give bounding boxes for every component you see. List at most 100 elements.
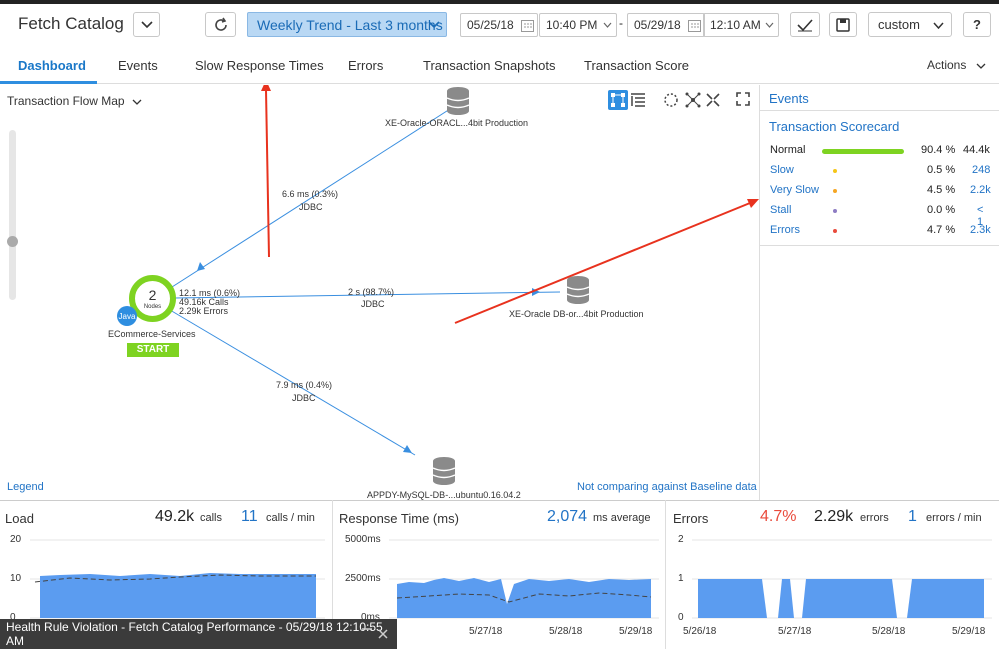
chevron-down-icon (140, 20, 153, 28)
database-icon[interactable] (566, 275, 590, 310)
tab-transaction-snapshots[interactable]: Transaction Snapshots (423, 58, 555, 73)
minimize-icon[interactable] (362, 627, 372, 637)
row-pct: 0.5 % (927, 164, 956, 176)
baseline-note[interactable]: Not comparing against Baseline data (577, 481, 757, 493)
row-pct: 0.0 % (927, 204, 956, 216)
backend-name[interactable]: XE-Oracle-ORACL...4bit Production (385, 118, 528, 128)
x-tick: 5/27/18 (469, 626, 503, 637)
y-tick: 2500ms (345, 573, 381, 584)
start-time-field[interactable]: 10:40 PM (539, 13, 617, 37)
row-label[interactable]: Stall (770, 204, 791, 216)
tab-errors[interactable]: Errors (348, 58, 383, 73)
end-date-field[interactable]: 05/29/18 (627, 13, 705, 37)
panel-title: Errors (673, 511, 709, 526)
tab-events[interactable]: Events (118, 58, 158, 73)
range-separator: - (619, 16, 623, 30)
scorecard-row[interactable]: Stall 0.0 % < 1 (770, 204, 992, 228)
save-button[interactable] (829, 12, 857, 37)
load-rate-unit: calls / min (266, 512, 315, 524)
actions-menu[interactable]: Actions (927, 58, 986, 72)
annotation-arrow-up (265, 89, 270, 258)
chevron-down-icon (933, 22, 944, 29)
errors-area (907, 579, 984, 618)
database-icon[interactable] (432, 456, 456, 491)
y-tick: 1 (678, 573, 684, 584)
apply-button[interactable] (790, 12, 820, 37)
edge-metric[interactable]: 2 s (98.7%) (348, 287, 394, 297)
errors-chart[interactable] (692, 538, 992, 623)
scorecard-title[interactable]: Transaction Scorecard (769, 119, 899, 134)
health-rule-toast[interactable]: Health Rule Violation - Fetch Catalog Pe… (0, 619, 397, 649)
annotation-arrow-right (454, 202, 751, 324)
errors-area (778, 579, 794, 618)
slow-dot (833, 169, 837, 173)
response-chart[interactable] (389, 538, 659, 623)
x-tick: 5/28/18 (872, 626, 906, 637)
preset-dropdown[interactable]: custom (868, 12, 952, 37)
refresh-button[interactable] (205, 12, 236, 37)
scorecard-row[interactable]: Errors 4.7 % 2.3k (770, 224, 992, 240)
row-count[interactable]: 248 (972, 164, 990, 176)
node-count-label: Nodes (143, 304, 162, 310)
tab-slow-response-times[interactable]: Slow Response Times (195, 58, 324, 73)
top-bar (0, 0, 999, 4)
close-icon[interactable] (378, 629, 388, 639)
time-range-dropdown[interactable]: Weekly Trend - Last 3 months (247, 12, 447, 37)
end-time-field[interactable]: 12:10 AM (703, 13, 779, 37)
load-calls-unit: calls (200, 512, 223, 524)
row-label[interactable]: Very Slow (770, 184, 819, 196)
row-count[interactable]: 2.3k (970, 224, 991, 236)
start-date-value: 05/25/18 (467, 18, 514, 32)
edge-type: JDBC (361, 299, 385, 309)
start-date-field[interactable]: 05/25/18 (460, 13, 538, 37)
edge-metric[interactable]: 7.9 ms (0.4%) (276, 380, 332, 390)
preset-label: custom (878, 17, 920, 32)
x-tick: 5/27/18 (778, 626, 812, 637)
node-count: 2 (148, 287, 157, 303)
scorecard-row[interactable]: Very Slow 4.5 % 2.2k (770, 184, 992, 200)
errors-count: 2.29k (814, 508, 854, 525)
legend-link[interactable]: Legend (7, 481, 44, 493)
time-range-label: Weekly Trend - Last 3 months (257, 16, 443, 33)
backend-name[interactable]: XE-Oracle DB-or...4bit Production (509, 309, 644, 319)
edge-metric[interactable]: 6.6 ms (0.3%) (282, 189, 338, 199)
load-chart[interactable] (30, 538, 325, 623)
row-label[interactable]: Slow (770, 164, 794, 176)
end-time-value: 12:10 AM (710, 18, 761, 32)
calendar-icon (521, 20, 534, 32)
errors-area (698, 579, 767, 618)
panel-title: Load (5, 511, 34, 526)
errors-pct: 4.7% (760, 508, 797, 525)
y-tick: 2 (678, 534, 684, 545)
row-pct: 90.4 % (921, 144, 956, 156)
divider (760, 245, 999, 246)
load-calls: 49.2k (155, 508, 195, 525)
errors-panel: Errors 4.7% 2.29k errors 1 errors / min … (666, 500, 999, 649)
row-label: Normal (770, 144, 806, 156)
row-label[interactable]: Errors (770, 224, 800, 236)
help-button[interactable]: ? (963, 12, 991, 37)
save-icon (836, 17, 850, 32)
start-time-value: 10:40 PM (546, 18, 598, 32)
tab-transaction-score[interactable]: Transaction Score (584, 58, 689, 73)
page-title: Fetch Catalog (18, 14, 124, 33)
annotation-arrow-head (261, 85, 271, 91)
x-tick: 5/29/18 (952, 626, 986, 637)
backend-name[interactable]: APPDY-MySQL-DB-...ubuntu0.16.04.2 (367, 490, 521, 500)
title-dropdown-button[interactable] (133, 12, 160, 37)
normal-bar (822, 149, 904, 154)
toast-text: Health Rule Violation - Fetch Catalog Pe… (6, 620, 383, 648)
response-avg-unit: ms average (593, 512, 651, 524)
load-rate: 11 (241, 508, 258, 525)
row-count: 44.4k (963, 144, 990, 156)
row-count[interactable]: 2.2k (970, 184, 991, 196)
database-icon[interactable] (446, 86, 470, 121)
y-tick: 20 (10, 534, 22, 545)
active-tab-indicator (0, 81, 97, 84)
tab-dashboard[interactable]: Dashboard (18, 58, 86, 73)
events-link[interactable]: Events (769, 91, 809, 106)
checkmark-icon (797, 18, 813, 31)
scorecard-row[interactable]: Slow 0.5 % 248 (770, 164, 992, 180)
errors-rate: 1 (908, 508, 917, 525)
node-name[interactable]: ECommerce-Services (108, 329, 196, 339)
